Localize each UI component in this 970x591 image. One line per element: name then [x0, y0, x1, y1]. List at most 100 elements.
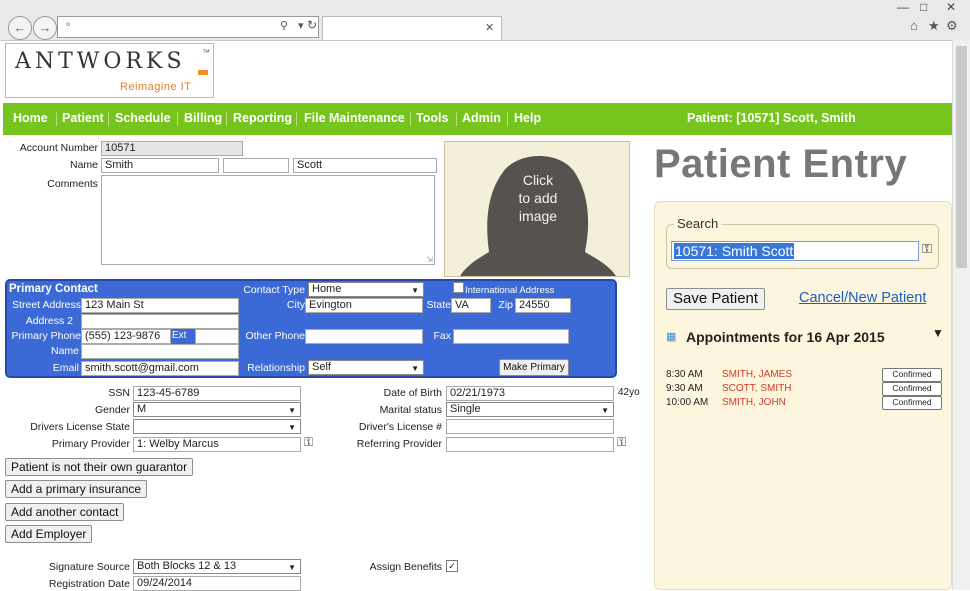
ext-field[interactable]: [195, 329, 239, 344]
nav-admin[interactable]: Admin: [462, 111, 501, 125]
make-primary-button[interactable]: Make Primary: [499, 359, 569, 376]
contact-type-select[interactable]: Home ▼: [308, 282, 424, 297]
dropdown-icon[interactable]: ▾: [298, 19, 304, 32]
add-another-contact-button[interactable]: Add another contact: [5, 503, 125, 521]
chevron-down-icon: ▼: [288, 423, 296, 432]
home-icon[interactable]: ⌂: [910, 18, 918, 33]
registration-date-label: Registration Date: [48, 578, 130, 590]
registration-date-field[interactable]: 09/24/2014: [133, 576, 301, 591]
logo-name: ANTWORKS: [15, 49, 186, 74]
nav-help[interactable]: Help: [514, 111, 541, 125]
signature-source-value: Both Blocks 12 & 13: [137, 560, 237, 572]
relationship-select[interactable]: Self ▼: [308, 360, 424, 375]
appointment-status-button[interactable]: Confirmed: [882, 396, 942, 410]
account-number-label: Account Number: [19, 142, 98, 154]
binoculars-icon[interactable]: ⚿: [304, 435, 313, 450]
zip-field[interactable]: 24550: [515, 298, 571, 313]
ssn-field[interactable]: 123-45-6789: [133, 386, 301, 401]
patient-photo[interactable]: Click to add image: [444, 141, 630, 277]
binoculars-icon[interactable]: ⚿: [617, 435, 626, 450]
nav-divider: [177, 112, 178, 126]
address-2-field[interactable]: [81, 314, 239, 329]
browser-tab[interactable]: ✕: [322, 16, 502, 40]
middle-name-field[interactable]: [223, 158, 289, 173]
nav-divider: [296, 112, 297, 126]
appointment-status-button[interactable]: Confirmed: [882, 368, 942, 382]
marital-status-select[interactable]: Single ▼: [446, 402, 614, 417]
address-bar[interactable]: ⚬ ⚲ ▾ ↻: [57, 16, 319, 38]
search-icon[interactable]: ⚲: [280, 19, 288, 32]
zip-label: Zip: [498, 299, 513, 311]
nav-tools[interactable]: Tools: [416, 111, 448, 125]
email-field[interactable]: smith.scott@gmail.com: [81, 361, 239, 376]
first-name-field[interactable]: Scott: [293, 158, 437, 173]
signature-source-label: Signature Source: [48, 561, 130, 573]
referring-provider-field[interactable]: [446, 437, 614, 452]
name-label: Name: [69, 159, 98, 171]
drivers-license-number-field[interactable]: [446, 419, 614, 434]
nav-divider: [108, 112, 109, 126]
search-input[interactable]: 10571: Smith Scott: [671, 241, 919, 261]
primary-phone-label: Primary Phone: [11, 330, 81, 342]
nav-reporting[interactable]: Reporting: [233, 111, 292, 125]
tab-close-icon[interactable]: ✕: [485, 21, 494, 34]
refresh-icon[interactable]: ↻: [307, 18, 317, 32]
page-icon: ⚬: [64, 20, 73, 31]
gender-select[interactable]: M ▼: [133, 402, 301, 417]
save-patient-button[interactable]: Save Patient: [666, 288, 766, 310]
logo-tagline: Reimagine IT: [120, 81, 192, 93]
forward-arrow-icon[interactable]: →: [33, 16, 57, 40]
side-panel: Search 10571: Smith Scott ⚿ Save Patient…: [654, 201, 952, 590]
street-address-field[interactable]: 123 Main St: [81, 298, 239, 313]
close-icon[interactable]: ✕: [946, 0, 956, 14]
primary-phone-field[interactable]: (555) 123-9876: [81, 329, 171, 344]
signature-source-select[interactable]: Both Blocks 12 & 13 ▼: [133, 559, 301, 574]
maximize-icon[interactable]: □: [920, 0, 927, 14]
fax-label: Fax: [433, 330, 451, 342]
primary-contact-panel: Primary Contact Contact Type Home ▼ Inter…: [5, 279, 617, 378]
last-name-field[interactable]: Smith: [101, 158, 219, 173]
nav-home[interactable]: Home: [13, 111, 48, 125]
scrollbar-thumb[interactable]: [956, 46, 967, 268]
comments-textarea[interactable]: ⇲: [101, 175, 435, 265]
filter-icon[interactable]: ▼: [932, 326, 944, 340]
date-of-birth-field[interactable]: 02/21/1973: [446, 386, 614, 401]
not-own-guarantor-button[interactable]: Patient is not their own guarantor: [5, 458, 194, 476]
add-primary-insurance-button[interactable]: Add a primary insurance: [5, 480, 148, 498]
nav-file-maintenance[interactable]: File Maintenance: [304, 111, 405, 125]
nav-divider: [456, 112, 457, 126]
primary-provider-field[interactable]: 1: Welby Marcus: [133, 437, 301, 452]
back-arrow-icon[interactable]: ←: [8, 16, 32, 40]
chevron-down-icon: ▼: [411, 364, 419, 373]
appointment-row[interactable]: 10:00 AM SMITH, JOHN Confirmed: [666, 396, 946, 412]
search-input-value: 10571: Smith Scott: [674, 243, 795, 259]
binoculars-icon[interactable]: ⚿: [922, 241, 932, 257]
page-scrollbar[interactable]: [952, 40, 970, 590]
resize-handle-icon[interactable]: ⇲: [426, 255, 433, 264]
referring-provider-label: Referring Provider: [356, 438, 442, 450]
minimize-icon[interactable]: —: [897, 0, 909, 14]
star-icon[interactable]: ★: [928, 18, 940, 34]
other-phone-field[interactable]: [305, 329, 423, 344]
drivers-license-number-label: Driver's License #: [358, 421, 442, 433]
international-address-checkbox[interactable]: [453, 282, 464, 293]
drivers-license-state-select[interactable]: ▼: [133, 419, 301, 434]
fax-field[interactable]: [453, 329, 569, 344]
gender-value: M: [137, 403, 147, 415]
gear-icon[interactable]: ⚙: [946, 18, 958, 34]
logo[interactable]: ANTWORKS ™ Reimagine IT: [5, 43, 214, 98]
nav-patient[interactable]: Patient: [62, 111, 104, 125]
ssn-label: SSN: [108, 387, 130, 399]
city-field[interactable]: Evington: [305, 298, 423, 313]
contact-name-label: Name: [50, 345, 79, 357]
state-field[interactable]: VA: [451, 298, 491, 313]
cancel-new-patient-link[interactable]: Cancel/New Patient: [799, 290, 926, 306]
contact-name-field[interactable]: [81, 344, 239, 359]
photo-hint-line3: image: [518, 208, 558, 224]
add-employer-button[interactable]: Add Employer: [5, 525, 93, 543]
assign-benefits-checkbox[interactable]: ✓: [446, 560, 458, 572]
appointment-status-button[interactable]: Confirmed: [882, 382, 942, 396]
nav-billing[interactable]: Billing: [184, 111, 222, 125]
nav-schedule[interactable]: Schedule: [115, 111, 171, 125]
nav-divider: [410, 112, 411, 126]
